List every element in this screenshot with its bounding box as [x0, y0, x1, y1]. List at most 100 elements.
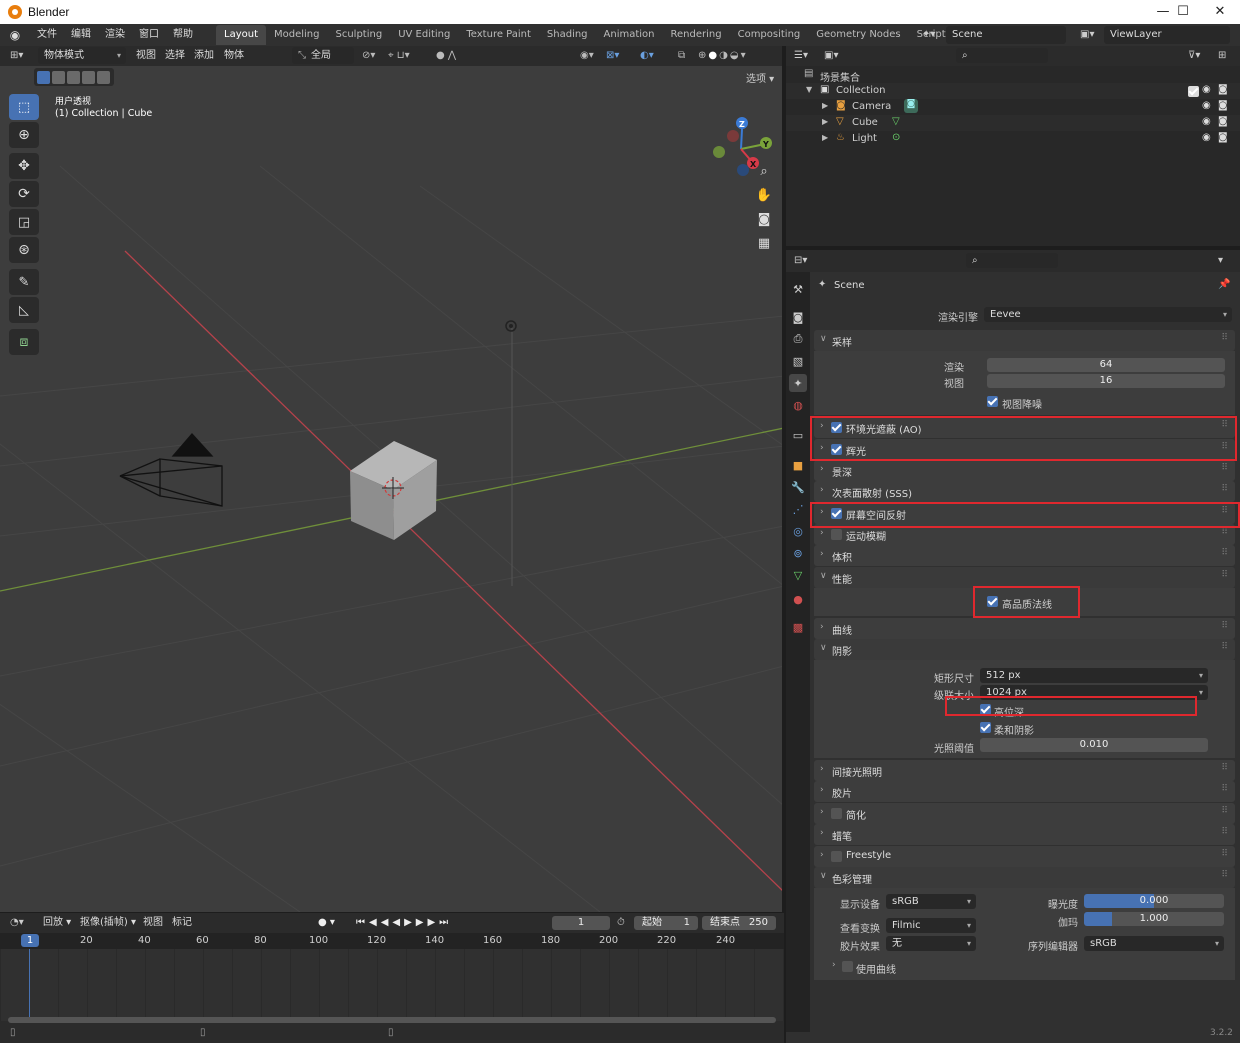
proportional-edit-icon[interactable]: ● ⋀ — [436, 46, 456, 66]
panel-freestyle[interactable]: › Freestyle ⠿ — [814, 846, 1235, 867]
panel-sampling[interactable]: ∨ 采样 ⠿ — [814, 330, 1235, 351]
panel-film[interactable]: › 胶片 ⠿ — [814, 781, 1235, 802]
render-camera-icon[interactable]: ◙ — [1218, 100, 1228, 111]
scene-tab-icon[interactable]: ✦ — [789, 374, 807, 392]
transform-orientation-selector[interactable]: ⤡ 全局 — [292, 47, 354, 64]
display-mode-icon[interactable]: ▣▾ — [824, 46, 838, 66]
light-threshold-field[interactable]: 0.010 — [980, 738, 1208, 752]
camera-view-button[interactable]: ◙ — [753, 208, 775, 230]
tab-animation[interactable]: Animation — [596, 25, 663, 45]
3d-viewport[interactable]: ⊞▾ 物体模式 ▾ 视图 选择 添加 物体 ⤡ 全局 ⊘▾ ⌖ ⊔▾ ● ⋀ ◉▾… — [0, 46, 784, 912]
tab-shading[interactable]: Shading — [539, 25, 596, 45]
properties-options-icon[interactable]: ▾ — [1218, 251, 1223, 271]
modifier-tab-icon[interactable]: 🔧 — [789, 478, 807, 496]
menu-object[interactable]: 物体 — [224, 46, 244, 66]
drag-handle-icon[interactable]: ⠿ — [1221, 484, 1228, 494]
properties-editor-type-icon[interactable]: ⊟▾ — [794, 251, 807, 271]
expand-chevron-icon[interactable]: ▶ — [822, 117, 828, 126]
menu-marker[interactable]: 标记 — [172, 913, 192, 933]
tab-geometry-nodes[interactable]: Geometry Nodes — [808, 25, 908, 45]
menu-edit[interactable]: 编辑 — [64, 24, 98, 46]
render-engine-dropdown[interactable]: Eevee ▾ — [984, 307, 1232, 322]
use-curves-checkbox[interactable] — [842, 961, 853, 972]
display-device-dropdown[interactable]: sRGB ▾ — [886, 894, 976, 909]
drag-handle-icon[interactable]: ⠿ — [1221, 463, 1228, 473]
exposure-slider[interactable]: 0.000 — [1084, 894, 1224, 908]
freestyle-checkbox[interactable] — [831, 851, 842, 862]
transform-tool[interactable]: ⊛ — [9, 237, 39, 263]
sequencer-dropdown[interactable]: sRGB ▾ — [1084, 936, 1224, 951]
playback-controls-icon[interactable]: ⏮◀◀◀▶▶▶⏭ — [356, 913, 452, 933]
timeline-ruler[interactable]: 1 20 40 60 80 100 120 140 160 180 200 22… — [0, 933, 784, 949]
cursor-tool[interactable]: ⊕ — [9, 122, 39, 148]
outliner-search-input[interactable]: ⌕ — [956, 48, 1048, 63]
exclude-checkbox[interactable] — [1188, 86, 1199, 97]
pin-icon[interactable]: 📌 — [1218, 279, 1230, 290]
particles-tab-icon[interactable]: ⋰ — [789, 500, 807, 518]
pan-button[interactable]: ✋ — [753, 184, 775, 206]
panel-performance[interactable]: ∨ 性能 ⠿ — [814, 567, 1235, 588]
light-data-icon[interactable]: ⊙ — [892, 132, 900, 143]
current-frame-field[interactable]: 1 — [552, 916, 610, 930]
viewport-samples-field[interactable]: 16 — [987, 374, 1225, 388]
add-cube-tool[interactable]: ⧈ — [9, 329, 39, 355]
xray-icon[interactable]: ⧉ — [678, 46, 685, 66]
outliner-row-scene-collection[interactable]: ▤ 场景集合 — [786, 67, 1240, 84]
drag-handle-icon[interactable]: ⠿ — [1221, 527, 1228, 537]
menu-window[interactable]: 窗口 — [132, 24, 166, 46]
panel-simplify[interactable]: › 简化 ⠿ — [814, 803, 1235, 824]
panel-grease-pencil[interactable]: › 蜡笔 ⠿ — [814, 824, 1235, 845]
view-transform-dropdown[interactable]: Filmic ▾ — [886, 918, 976, 933]
tab-texture-paint[interactable]: Texture Paint — [458, 25, 539, 45]
viewport-denoise-checkbox[interactable] — [987, 396, 998, 407]
drag-handle-icon[interactable]: ⠿ — [1221, 548, 1228, 558]
menu-view[interactable]: 视图 — [136, 46, 156, 66]
render-samples-field[interactable]: 64 — [987, 358, 1225, 372]
editor-type-icon[interactable]: ⊞▾ — [10, 46, 23, 66]
timeline-scrollbar[interactable] — [8, 1017, 776, 1023]
menu-help[interactable]: 帮助 — [166, 24, 200, 46]
outliner-editor-type-icon[interactable]: ☰▾ — [794, 46, 808, 66]
timeline-editor-type-icon[interactable]: ◔▾ — [10, 913, 24, 933]
drag-handle-icon[interactable]: ⠿ — [1221, 763, 1228, 773]
eye-icon[interactable]: ◉ — [1202, 116, 1211, 127]
drag-handle-icon[interactable]: ⠿ — [1221, 806, 1228, 816]
motion-blur-checkbox[interactable] — [831, 529, 842, 540]
select-box-tool[interactable]: ⬚ — [9, 94, 39, 120]
render-tab-icon[interactable]: ◙ — [789, 308, 807, 326]
tab-uv-editing[interactable]: UV Editing — [390, 25, 458, 45]
measure-tool[interactable]: ◺ — [9, 297, 39, 323]
panel-volumetrics[interactable]: › 体积 ⠿ — [814, 545, 1235, 566]
rotate-tool[interactable]: ⟳ — [9, 181, 39, 207]
constraints-tab-icon[interactable]: ⊚ — [789, 544, 807, 562]
outliner-row-collection[interactable]: ▼ ▣ Collection ◉ ◙ — [786, 83, 1240, 99]
cube-size-dropdown[interactable]: 512 px ▾ — [980, 668, 1208, 683]
close-button[interactable]: ✕ — [1201, 0, 1239, 24]
camera-data-icon[interactable]: ◙ — [904, 99, 918, 113]
blender-menu-icon[interactable]: ◉ — [0, 28, 30, 42]
cube-object[interactable] — [350, 441, 437, 540]
menu-timeline-view[interactable]: 视图 — [143, 913, 163, 933]
render-camera-icon[interactable]: ◙ — [1218, 116, 1228, 127]
panel-dof[interactable]: › 景深 ⠿ — [814, 460, 1235, 481]
expand-chevron-icon[interactable]: ▶ — [822, 101, 828, 110]
menu-render[interactable]: 渲染 — [98, 24, 132, 46]
visibility-icon[interactable]: ◉▾ — [580, 46, 594, 66]
outliner-row-camera[interactable]: ▶ ◙ Camera ◙ ◉ ◙ — [786, 99, 1240, 115]
eye-icon[interactable]: ◉ — [1202, 100, 1211, 111]
menu-file[interactable]: 文件 — [30, 24, 64, 46]
tab-modeling[interactable]: Modeling — [266, 25, 328, 45]
record-icon[interactable]: ● ▾ — [318, 913, 335, 933]
stopwatch-icon[interactable]: ⏱ — [617, 913, 625, 933]
drag-handle-icon[interactable]: ⠿ — [1221, 333, 1228, 343]
view-layer-tab-icon[interactable]: ▧ — [789, 352, 807, 370]
tab-compositing[interactable]: Compositing — [730, 25, 809, 45]
end-frame-field[interactable]: 结束点 250 — [702, 916, 776, 930]
maximize-button[interactable]: ☐ — [1164, 0, 1202, 24]
viewlayer-selector[interactable]: ViewLayer — [1104, 26, 1230, 44]
gamma-slider[interactable]: 1.000 — [1084, 912, 1224, 926]
drag-handle-icon[interactable]: ⠿ — [1221, 870, 1228, 880]
drag-handle-icon[interactable]: ⠿ — [1221, 642, 1228, 652]
panel-indirect-lighting[interactable]: › 间接光照明 ⠿ — [814, 760, 1235, 781]
light-object[interactable] — [505, 320, 517, 332]
